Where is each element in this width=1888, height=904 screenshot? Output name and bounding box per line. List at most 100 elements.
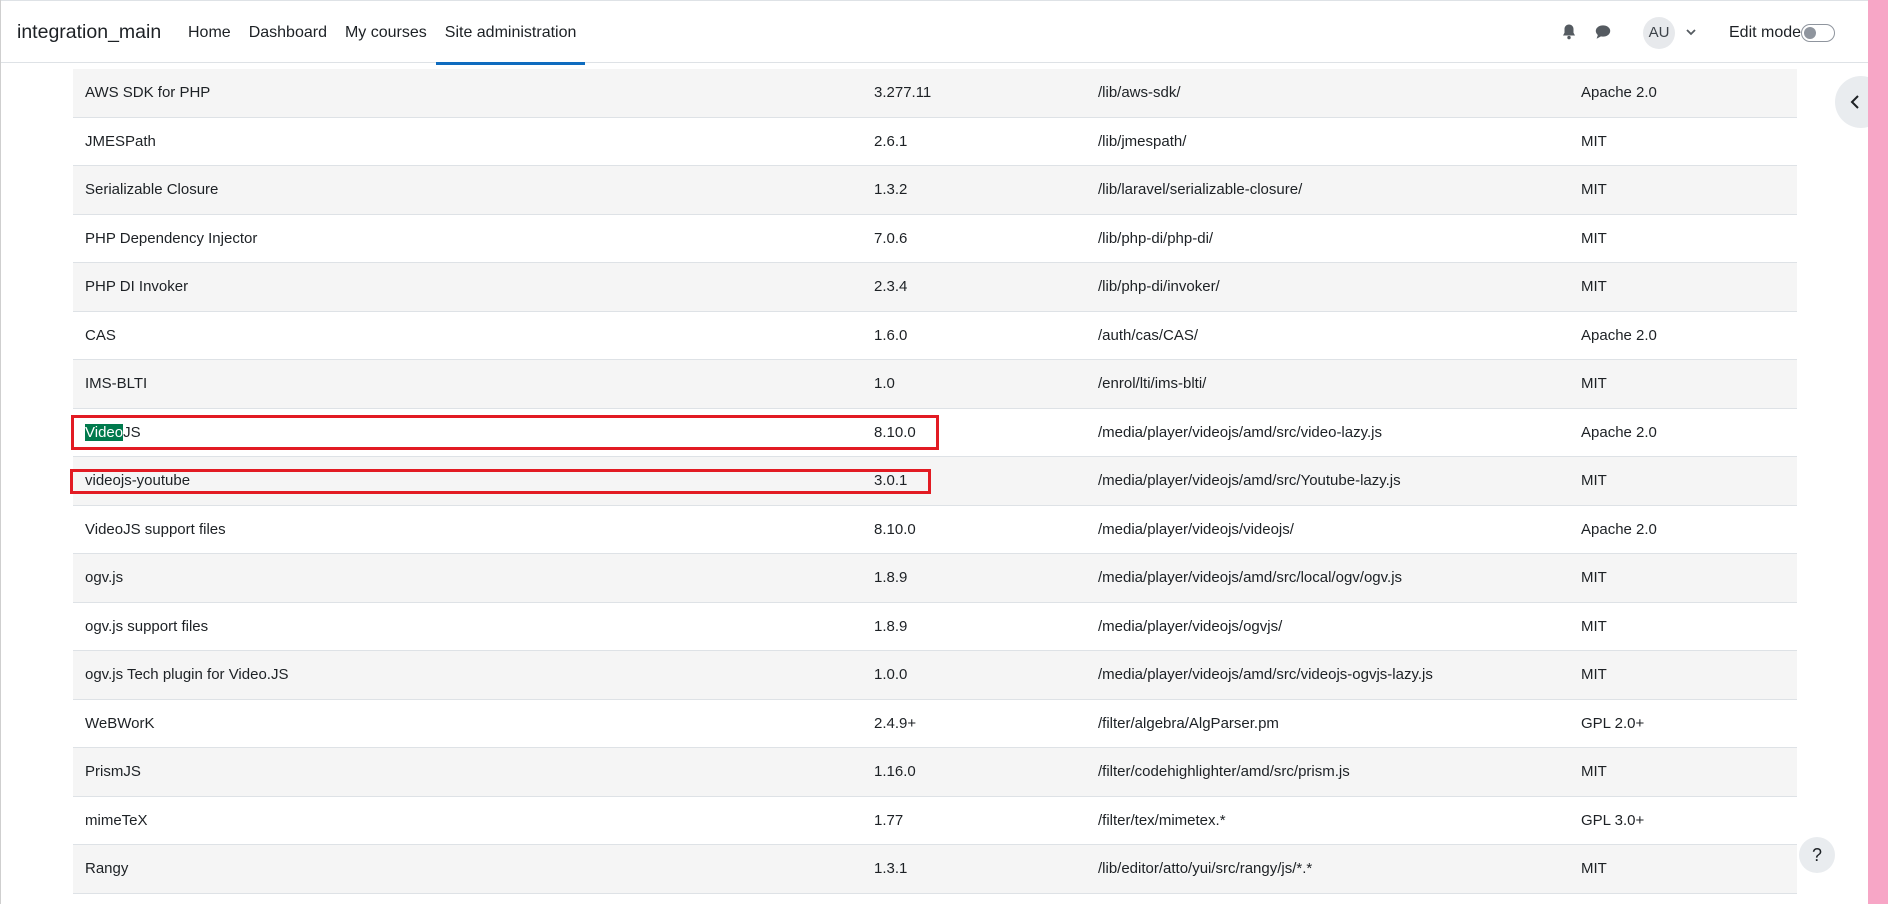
library-license: MIT xyxy=(1581,666,1607,683)
chevron-left-icon xyxy=(1850,95,1859,109)
library-location: /auth/cas/CAS/ xyxy=(1098,326,1199,344)
library-name: AWS SDK for PHP xyxy=(85,84,211,101)
library-name: ogv.js Tech plugin for Video.JS xyxy=(85,666,289,683)
table-row: AWS SDK for PHP 3.277.11 /lib/aws-sdk/ A… xyxy=(73,69,1797,118)
library-name: ogv.js support files xyxy=(85,617,209,635)
library-name-rest: JS xyxy=(123,423,141,441)
library-license: MIT xyxy=(1581,278,1607,295)
library-location: /filter/tex/mimetex.* xyxy=(1098,811,1226,829)
nav-home[interactable]: Home xyxy=(179,1,240,64)
library-location: /lib/jmespath/ xyxy=(1098,132,1187,150)
library-location: /media/player/videojs/amd/src/video-lazy… xyxy=(1098,423,1382,441)
table-row: mimeTeX 1.77 /filter/tex/mimetex.* GPL 3… xyxy=(73,796,1797,845)
library-license: Apache 2.0 xyxy=(1581,520,1657,538)
library-version: 1.3.1 xyxy=(874,860,908,877)
table-row: videojs-youtube 3.0.1 /media/player/vide… xyxy=(73,457,1797,506)
library-license: Apache 2.0 xyxy=(1581,326,1657,344)
library-version: 3.277.11 xyxy=(874,84,932,101)
library-name: PrismJS xyxy=(85,763,141,780)
library-location: /media/player/videojs/videojs/ xyxy=(1098,520,1294,538)
library-license: MIT xyxy=(1581,132,1607,150)
library-license: MIT xyxy=(1581,860,1607,877)
library-location: /lib/laravel/serializable-closure/ xyxy=(1098,181,1303,198)
library-location: /lib/php-di/invoker/ xyxy=(1098,278,1220,295)
library-location: /media/player/videojs/amd/src/local/ogv/… xyxy=(1098,569,1403,586)
table-row: PHP DI Invoker 2.3.4 /lib/php-di/invoker… xyxy=(73,263,1797,312)
help-button[interactable]: ? xyxy=(1799,837,1835,873)
library-name: ogv.js xyxy=(85,569,124,586)
library-version: 2.4.9+ xyxy=(874,714,917,732)
library-version: 1.16.0 xyxy=(874,763,916,780)
library-name: Rangy xyxy=(85,860,129,877)
library-version: 2.6.1 xyxy=(874,132,908,150)
table-row: ogv.js Tech plugin for Video.JS 1.0.0 /m… xyxy=(73,651,1797,700)
library-version: 3.0.1 xyxy=(874,472,908,489)
table-row: CAS 1.6.0 /auth/cas/CAS/ Apache 2.0 xyxy=(73,311,1797,360)
library-location: /media/player/videojs/amd/src/videojs-og… xyxy=(1098,666,1433,683)
library-license: MIT xyxy=(1581,181,1607,198)
table-row: ogv.js 1.8.9 /media/player/videojs/amd/s… xyxy=(73,554,1797,603)
table-row: Rangy 1.3.1 /lib/editor/atto/yui/src/ran… xyxy=(73,845,1797,894)
edit-mode-toggle[interactable] xyxy=(1801,24,1835,42)
library-version: 1.0.0 xyxy=(874,666,908,683)
table-row: PrismJS 1.16.0 /filter/codehighlighter/a… xyxy=(73,748,1797,797)
library-name: videojs-youtube xyxy=(85,472,191,489)
library-name: IMS-BLTI xyxy=(85,375,148,392)
library-license: MIT xyxy=(1581,375,1607,392)
site-brand[interactable]: integration_main xyxy=(17,1,161,64)
library-name: PHP DI Invoker xyxy=(85,278,189,295)
chevron-down-icon[interactable] xyxy=(1684,25,1698,39)
library-location: /lib/editor/atto/yui/src/rangy/js/*.* xyxy=(1098,860,1313,877)
library-version: 1.6.0 xyxy=(874,326,908,344)
library-name: WeBWorK xyxy=(85,714,155,732)
library-location: /media/player/videojs/amd/src/Youtube-la… xyxy=(1098,472,1401,489)
library-name: mimeTeX xyxy=(85,811,148,829)
library-name: VideoJS support files xyxy=(85,520,226,538)
edit-mode-label: Edit mode xyxy=(1729,24,1802,41)
nav-dashboard[interactable]: Dashboard xyxy=(240,1,336,64)
nav-site-administration[interactable]: Site administration xyxy=(435,1,586,65)
block-drawer-toggle[interactable] xyxy=(1835,76,1868,128)
library-version: 1.8.9 xyxy=(874,617,908,635)
libraries-table: AWS SDK for PHP 3.277.11 /lib/aws-sdk/ A… xyxy=(73,69,1797,894)
library-license: MIT xyxy=(1581,229,1607,247)
library-name: CAS xyxy=(85,326,116,344)
message-bubble-icon[interactable] xyxy=(1593,22,1613,42)
library-location: /enrol/lti/ims-blti/ xyxy=(1098,375,1207,392)
table-row: VideoJS support files 8.10.0 /media/play… xyxy=(73,505,1797,554)
library-location: /filter/codehighlighter/amd/src/prism.js xyxy=(1098,763,1350,780)
library-version: 7.0.6 xyxy=(874,229,908,247)
library-version: 1.3.2 xyxy=(874,181,908,198)
library-location: /media/player/videojs/ogvjs/ xyxy=(1098,617,1283,635)
page-viewport: integration_main Home Dashboard My cours… xyxy=(0,0,1868,904)
search-match-highlight: Video xyxy=(85,423,124,441)
library-license: MIT xyxy=(1581,472,1607,489)
library-license: MIT xyxy=(1581,569,1607,586)
toggle-knob xyxy=(1804,27,1816,39)
library-version: 1.0 xyxy=(874,375,895,392)
library-location: /lib/php-di/php-di/ xyxy=(1098,229,1214,247)
library-license: Apache 2.0 xyxy=(1581,423,1657,441)
table-row: ogv.js support files 1.8.9 /media/player… xyxy=(73,602,1797,651)
table-row: Serializable Closure 1.3.2 /lib/laravel/… xyxy=(73,166,1797,215)
table-row: VideoJS 8.10.0 /media/player/videojs/amd… xyxy=(73,408,1797,457)
library-location: /lib/aws-sdk/ xyxy=(1098,84,1181,101)
library-version: 8.10.0 xyxy=(874,423,916,441)
bell-icon[interactable] xyxy=(1559,22,1579,42)
library-version: 2.3.4 xyxy=(874,278,908,295)
primary-navigation: Home Dashboard My courses Site administr… xyxy=(179,1,586,65)
library-name: JMESPath xyxy=(85,132,156,150)
library-name: Serializable Closure xyxy=(85,181,219,198)
library-name: VideoJS xyxy=(85,409,141,457)
library-version: 1.77 xyxy=(874,811,904,829)
table-row: WeBWorK 2.4.9+ /filter/algebra/AlgParser… xyxy=(73,699,1797,748)
nav-my-courses[interactable]: My courses xyxy=(336,1,436,64)
library-version: 1.8.9 xyxy=(874,569,908,586)
library-license: MIT xyxy=(1581,617,1607,635)
library-license: GPL 2.0+ xyxy=(1581,714,1645,732)
library-version: 8.10.0 xyxy=(874,520,916,538)
table-row: IMS-BLTI 1.0 /enrol/lti/ims-blti/ MIT xyxy=(73,360,1797,409)
table-row: PHP Dependency Injector 7.0.6 /lib/php-d… xyxy=(73,214,1797,263)
library-license: Apache 2.0 xyxy=(1581,84,1657,101)
user-avatar[interactable]: AU xyxy=(1643,17,1675,49)
